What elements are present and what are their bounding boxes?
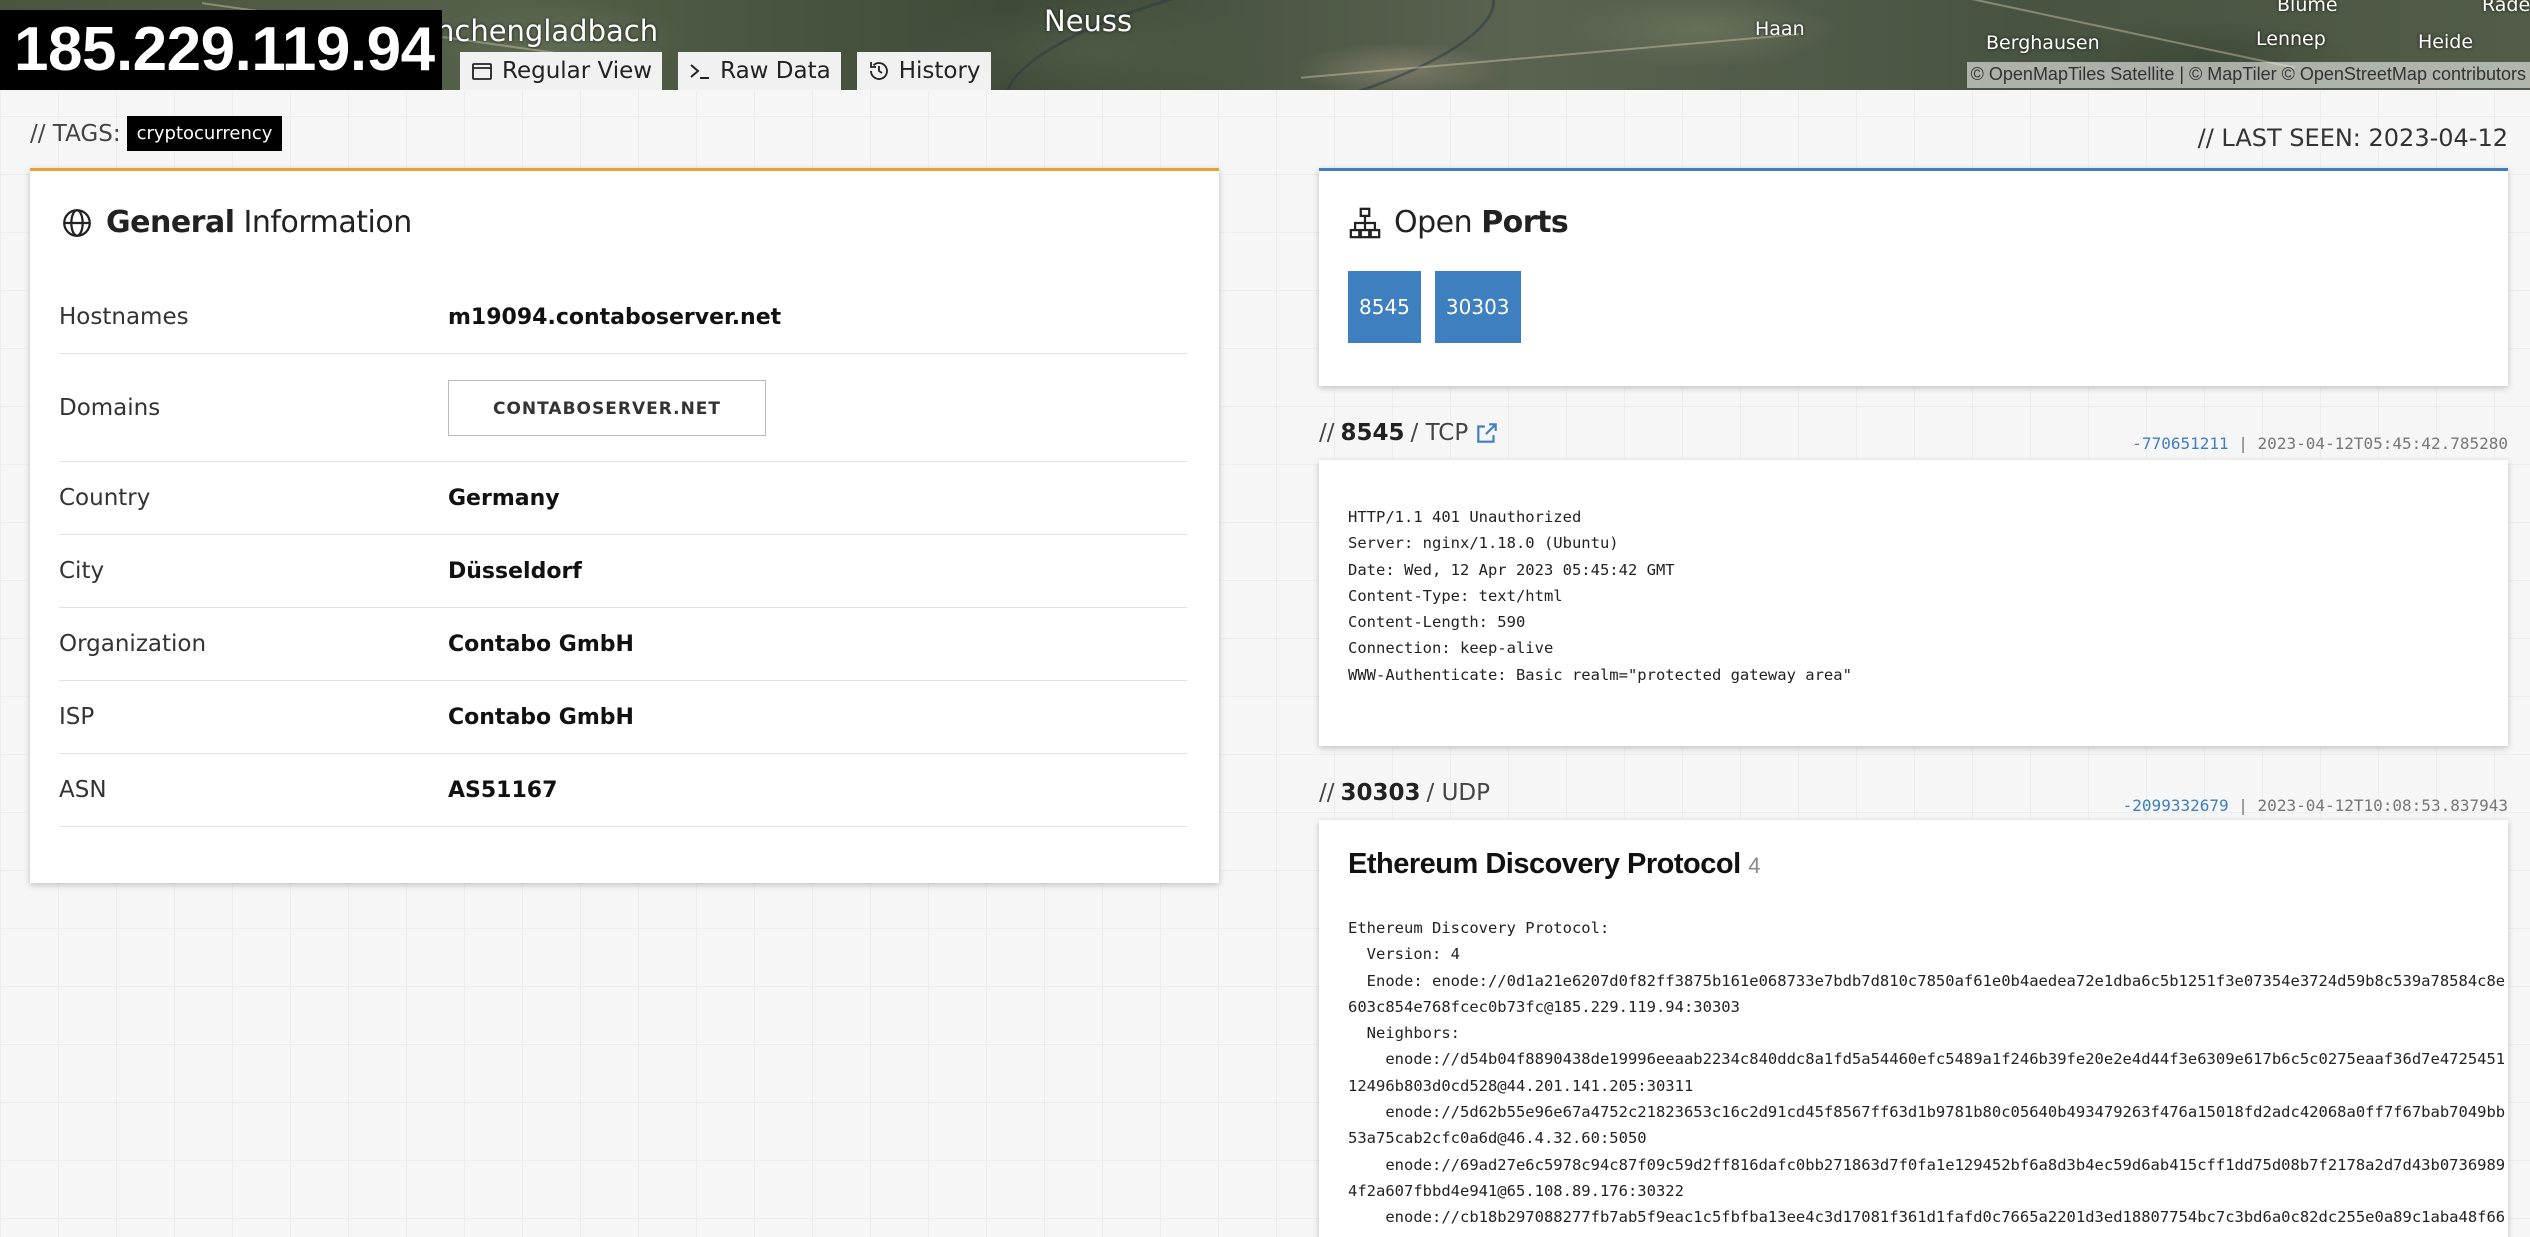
port-badge-8545[interactable]: 8545	[1348, 271, 1421, 343]
info-value-city: Düsseldorf	[448, 558, 582, 584]
meta-separator: |	[2238, 796, 2248, 815]
info-row-isp: ISP Contabo GmbH	[59, 681, 1187, 754]
info-row-hostnames: Hostnames m19094.contaboserver.net	[59, 281, 1187, 354]
info-row-country: Country Germany	[59, 462, 1187, 535]
info-key: City	[59, 558, 105, 584]
port-list: 8545 30303	[1348, 271, 1521, 343]
banner-hash-link[interactable]: -2099332679	[2123, 796, 2229, 815]
info-row-organization: Organization Contabo GmbH	[59, 608, 1187, 681]
service-prefix: //	[1319, 420, 1335, 446]
general-information-card: General Information Hostnames m19094.con…	[30, 168, 1219, 883]
protocol-version: 4	[1748, 853, 1760, 878]
banner-hash-link[interactable]: -770651211	[2132, 434, 2228, 453]
info-key: Organization	[59, 631, 207, 657]
service-header-30303: // 30303 / UDP	[1319, 780, 1490, 806]
info-key: Country	[59, 485, 151, 511]
service-proto: / TCP	[1410, 420, 1469, 446]
protocol-title: Ethereum Discovery Protocol 4	[1348, 848, 1760, 881]
map-label: Lennep	[2256, 28, 2326, 50]
history-button[interactable]: History	[856, 52, 991, 90]
info-value-organization: Contabo GmbH	[448, 631, 634, 657]
terminal-icon	[690, 64, 710, 79]
info-key: Hostnames	[59, 304, 189, 330]
info-key: Domains	[59, 394, 161, 421]
history-label: History	[898, 58, 981, 84]
info-row-domains: Domains CONTABOSERVER.NET	[59, 354, 1187, 462]
general-title-bold: General	[106, 205, 235, 240]
service-prefix: //	[1319, 780, 1335, 806]
service-meta-30303: -2099332679 | 2023-04-12T10:08:53.837943	[2123, 796, 2508, 815]
view-switcher: Regular View Raw Data History	[460, 52, 991, 90]
service-meta-8545: -770651211 | 2023-04-12T05:45:42.785280	[2132, 434, 2508, 453]
info-key: ISP	[59, 704, 95, 730]
info-value-country: Germany	[448, 485, 560, 511]
service-port: 30303	[1340, 780, 1421, 806]
port-badge-30303[interactable]: 30303	[1434, 271, 1521, 343]
service-proto: / UDP	[1426, 780, 1491, 806]
open-ports-card: Open Ports 8545 30303	[1319, 168, 2508, 386]
map-label: Rade	[2482, 0, 2530, 16]
info-value-asn: AS51167	[448, 777, 558, 803]
map-label: Blume	[2277, 0, 2338, 16]
map-label: Berghausen	[1986, 32, 2100, 54]
general-info-table: Hostnames m19094.contaboserver.net Domai…	[59, 281, 1187, 827]
last-seen: // LAST SEEN: 2023-04-12	[2197, 124, 2508, 152]
map-label: nchengladbach	[436, 14, 659, 48]
general-information-title: General Information	[60, 205, 412, 240]
regular-view-label: Regular View	[502, 58, 653, 84]
service-banner-text: HTTP/1.1 401 Unauthorized Server: nginx/…	[1348, 508, 1852, 684]
ip-address-title: 185.229.119.94	[0, 10, 442, 90]
meta-separator: |	[2238, 434, 2248, 453]
globe-icon	[63, 208, 91, 237]
open-ports-title: Open Ports	[1348, 205, 1569, 240]
info-value-isp: Contabo GmbH	[448, 704, 634, 730]
ports-title-bold: Ports	[1481, 205, 1569, 240]
service-port: 8545	[1340, 420, 1405, 446]
service-header-8545: // 8545 / TCP	[1319, 420, 1500, 446]
protocol-name: Ethereum Discovery Protocol	[1348, 848, 1741, 880]
raw-data-label: Raw Data	[720, 58, 831, 84]
info-row-city: City Düsseldorf	[59, 535, 1187, 608]
banner-timestamp: 2023-04-12T10:08:53.837943	[2257, 796, 2508, 815]
domain-link-button[interactable]: CONTABOSERVER.NET	[448, 379, 767, 436]
info-key: ASN	[59, 777, 107, 803]
sitemap-icon	[1349, 207, 1381, 238]
map-label: Heide	[2418, 31, 2474, 53]
map-label: Neuss	[1044, 4, 1133, 38]
tag-cryptocurrency[interactable]: cryptocurrency	[126, 116, 283, 151]
general-title-rest: Information	[243, 205, 413, 240]
tags-bar: // TAGS: cryptocurrency	[30, 116, 283, 151]
calendar-icon	[472, 63, 492, 80]
external-link-icon[interactable]	[1474, 420, 1500, 446]
regular-view-button[interactable]: Regular View	[460, 52, 663, 90]
service-banner-card-8545: HTTP/1.1 401 Unauthorized Server: nginx/…	[1319, 460, 2508, 746]
ports-title-rest: Open	[1394, 205, 1473, 240]
map-label: Haan	[1755, 18, 1805, 40]
service-banner-text: Ethereum Discovery Protocol: Version: 4 …	[1348, 919, 2506, 1227]
map-attribution[interactable]: © OpenMapTiles Satellite | © MapTiler © …	[1966, 62, 2530, 88]
info-row-asn: ASN AS51167	[59, 754, 1187, 827]
info-value-hostname: m19094.contaboserver.net	[448, 304, 782, 330]
service-banner-card-30303: Ethereum Discovery Protocol 4 Ethereum D…	[1319, 820, 2508, 1237]
raw-data-button[interactable]: Raw Data	[678, 52, 841, 90]
tags-label: // TAGS:	[30, 120, 121, 147]
history-icon	[869, 62, 888, 80]
banner-timestamp: 2023-04-12T05:45:42.785280	[2257, 434, 2508, 453]
